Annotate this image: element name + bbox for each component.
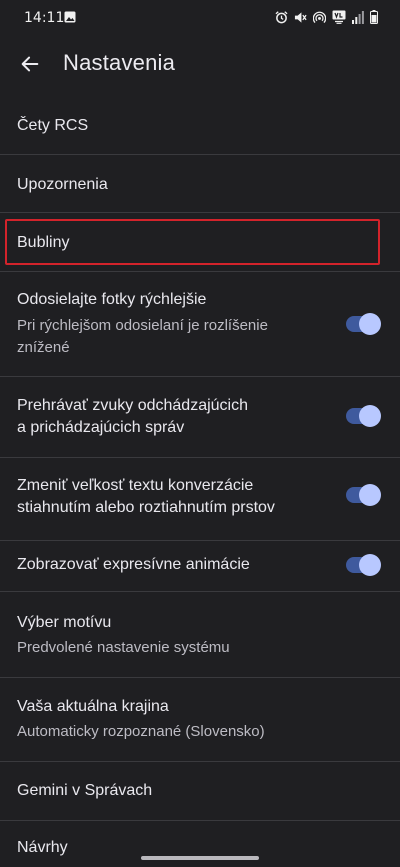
setting-notifications[interactable]: Upozornenia <box>0 155 400 213</box>
signal-icon <box>352 10 364 24</box>
volte-icon <box>332 10 346 24</box>
alarm-icon <box>275 10 288 23</box>
setting-expressive-animations[interactable]: Zobrazovať expresívne animácie <box>0 541 400 591</box>
setting-title: stiahnutím alebo roztiahnutím prstov <box>17 499 275 516</box>
back-button[interactable] <box>14 48 46 80</box>
setting-country[interactable]: Vaša aktuálna krajina Automaticky rozpoz… <box>0 678 400 762</box>
mute-icon <box>294 11 307 23</box>
image-icon <box>64 11 76 23</box>
setting-title: Čety RCS <box>17 117 89 134</box>
setting-suggestions[interactable]: Návrhy <box>0 821 400 867</box>
setting-title: Odosielajte fotky rýchlejšie <box>17 291 207 308</box>
toggle-thumb <box>359 554 381 576</box>
page-title: Nastavenia <box>63 50 176 75</box>
setting-title: Prehrávať zvuky odchádzajúcich <box>17 397 249 414</box>
status-icons <box>275 9 378 25</box>
toggle-thumb <box>359 484 381 506</box>
setting-title: Vaša aktuálna krajina <box>17 698 169 715</box>
toggle-thumb <box>359 405 381 427</box>
play-sounds-toggle[interactable] <box>343 405 381 427</box>
expressive-animations-toggle[interactable] <box>343 554 381 576</box>
pinch-text-size-toggle[interactable] <box>343 484 381 506</box>
setting-subtitle: Pri rýchlejšom odosielaní je rozlíšenie <box>17 317 268 334</box>
status-bar: 14:11 <box>0 0 400 36</box>
setting-subtitle: znížené <box>17 339 70 356</box>
setting-subtitle: Predvolené nastavenie systému <box>17 639 230 656</box>
setting-title: Zobrazovať expresívne animácie <box>17 556 250 573</box>
arrow-left-icon <box>21 56 39 72</box>
battery-icon <box>370 10 378 24</box>
hotspot-icon <box>313 11 326 23</box>
setting-gemini[interactable]: Gemini v Správach <box>0 762 400 820</box>
setting-title: a prichádzajúcich správ <box>17 419 185 436</box>
toggle-thumb <box>359 313 381 335</box>
setting-rcs-chats[interactable]: Čety RCS <box>0 98 400 154</box>
setting-title: Upozornenia <box>17 176 108 193</box>
setting-title: Zmeniť veľkosť textu konverzácie <box>17 477 254 494</box>
setting-send-photos-faster[interactable]: Odosielajte fotky rýchlejšie Pri rýchlej… <box>0 272 400 376</box>
setting-title: Výber motívu <box>17 614 112 631</box>
setting-play-sounds[interactable]: Prehrávať zvuky odchádzajúcich a prichád… <box>0 377 400 457</box>
setting-pinch-text-size[interactable]: Zmeniť veľkosť textu konverzácie stiahnu… <box>0 458 400 540</box>
app-bar: Nastavenia <box>0 36 400 92</box>
setting-title: Gemini v Správach <box>17 782 153 799</box>
status-time: 14:11 <box>24 10 65 26</box>
gesture-navigation-bar[interactable] <box>141 856 259 860</box>
send-photos-faster-toggle[interactable] <box>343 313 381 335</box>
setting-subtitle: Automaticky rozpoznané (Slovensko) <box>17 723 265 740</box>
setting-theme[interactable]: Výber motívu Predvolené nastavenie systé… <box>0 592 400 678</box>
highlight-box <box>5 219 380 265</box>
